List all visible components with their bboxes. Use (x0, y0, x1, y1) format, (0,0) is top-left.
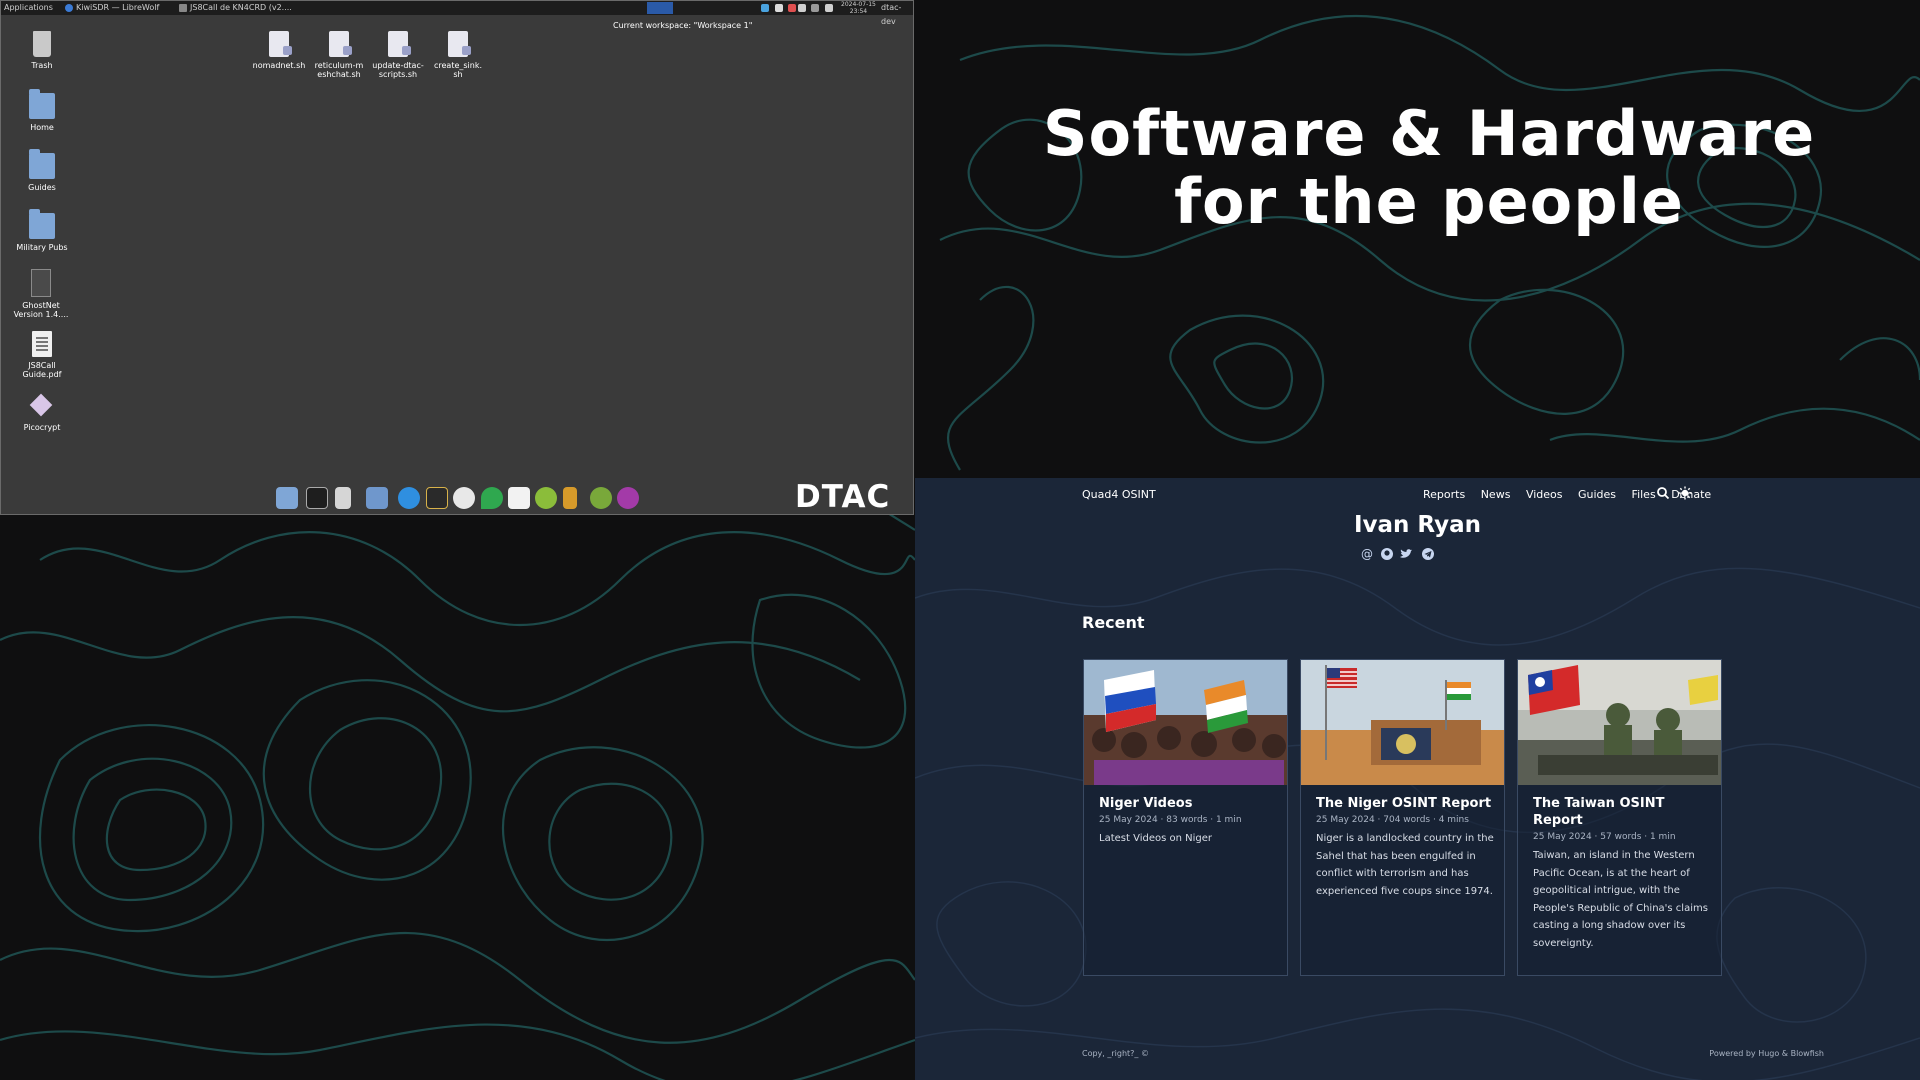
nav-files[interactable]: Files (1632, 488, 1656, 501)
taiwan-military-photo (1518, 660, 1721, 785)
antenna-icon[interactable] (563, 487, 577, 509)
volume-icon[interactable] (798, 4, 806, 12)
desktop-icon-military-pubs[interactable]: Military Pubs (7, 209, 77, 252)
audio-monitor-icon[interactable] (426, 487, 448, 509)
social-links: @ (1360, 547, 1470, 563)
hero-line-1: Software & Hardware (1042, 97, 1816, 170)
author-name: Ivan Ryan (1353, 512, 1482, 538)
site-logo[interactable]: Quad4 OSINT (1082, 488, 1156, 501)
network-icon[interactable] (761, 4, 769, 12)
card-title[interactable]: The Niger OSINT Report (1316, 795, 1496, 812)
clipboard-icon[interactable] (775, 4, 783, 12)
battery-icon[interactable] (811, 4, 819, 12)
librewolf-icon (65, 3, 73, 12)
taskbar-item-kiwisdr[interactable]: KiwiSDR — LibreWolf (65, 1, 159, 15)
desktop-icon-home[interactable]: Home (7, 89, 77, 132)
folder-home-icon (29, 89, 55, 119)
script-icon (448, 31, 471, 57)
microphone-icon[interactable] (788, 4, 796, 12)
nav-videos[interactable]: Videos (1526, 488, 1563, 501)
card-meta: 25 May 2024 · 57 words · 1 min (1533, 832, 1676, 842)
nav-reports[interactable]: Reports (1423, 488, 1465, 501)
card-meta: 25 May 2024 · 83 words · 1 min (1099, 815, 1242, 825)
terminal-icon[interactable] (306, 487, 328, 509)
desktop-icon-create-sink[interactable]: create_sink.sh (423, 31, 493, 79)
footer-copyright: Copy, _right?_ © (1082, 1049, 1149, 1058)
website-window: Quad4 OSINT Reports News Videos Guides F… (915, 478, 1920, 1080)
qgis-icon[interactable] (535, 487, 557, 509)
pdf-icon (32, 331, 52, 357)
niger-base-photo (1301, 660, 1504, 785)
card-title[interactable]: Niger Videos (1099, 795, 1279, 812)
window-icon (179, 3, 187, 12)
script-icon (388, 31, 411, 57)
card-description: Taiwan, an island in the Western Pacific… (1533, 850, 1708, 949)
trash-icon (33, 31, 51, 57)
script-icon (329, 31, 352, 57)
sdr-icon[interactable] (508, 487, 530, 509)
theme-toggle-icon[interactable] (1678, 486, 1692, 500)
footer-powered-by[interactable]: Powered by Hugo & Blowfish (1615, 1049, 1824, 1058)
folder-icon (29, 149, 55, 179)
home-folder-icon[interactable] (276, 487, 298, 509)
map-pin-icon[interactable] (481, 487, 503, 509)
twitter-icon[interactable] (1399, 547, 1413, 561)
taskbar-item-js8call[interactable]: JS8Call de KN4CRD (v2.... (179, 1, 292, 15)
text-editor-icon[interactable] (335, 487, 351, 509)
desktop-icon-js8call-guide[interactable]: JS8Call Guide.pdf (7, 331, 77, 379)
sync-icon[interactable] (617, 487, 639, 509)
niger-protest-photo (1084, 660, 1287, 785)
card-meta: 25 May 2024 · 704 words · 4 mins (1316, 815, 1469, 825)
workspace-switcher[interactable] (647, 2, 673, 14)
dtac-brand-logo: DTAC (795, 479, 891, 515)
hero-heading: Software & Hardware for the people (1004, 100, 1854, 236)
nav-news[interactable]: News (1481, 488, 1511, 501)
card-description: Niger is a landlocked country in the Sah… (1316, 833, 1494, 897)
file-manager-icon[interactable] (366, 487, 388, 509)
desktop-icon-picocrypt[interactable]: Picocrypt (7, 393, 77, 432)
telegram-icon[interactable] (1421, 547, 1435, 561)
nav-guides[interactable]: Guides (1578, 488, 1616, 501)
desktop-window: Applications KiwiSDR — LibreWolf JS8Call… (0, 0, 914, 515)
article-card-niger-videos[interactable]: Niger Videos 25 May 2024 · 83 words · 1 … (1083, 659, 1288, 976)
drive-icon (31, 269, 51, 297)
card-title[interactable]: The Taiwan OSINT Report (1533, 795, 1713, 829)
hero-line-2: for the people (1174, 165, 1684, 238)
clock[interactable]: 2024-07-15 23:54 (841, 1, 876, 15)
notification-bell-icon[interactable] (825, 4, 833, 12)
user-hostname[interactable]: dtac-dev (881, 1, 913, 29)
top-panel: Applications KiwiSDR — LibreWolf JS8Call… (1, 1, 913, 26)
js8-icon[interactable] (453, 487, 475, 509)
card-description: Latest Videos on Niger (1099, 833, 1212, 844)
browser-icon[interactable] (398, 487, 420, 509)
workspace-label: Current workspace: "Workspace 1" (613, 21, 753, 30)
folder-icon (29, 209, 55, 239)
article-card-niger-report[interactable]: The Niger OSINT Report 25 May 2024 · 704… (1300, 659, 1505, 976)
picocrypt-icon (31, 393, 53, 419)
search-icon[interactable] (1656, 486, 1670, 500)
ystick-icon[interactable] (590, 487, 612, 509)
desktop-icon-trash[interactable]: Trash (7, 31, 77, 70)
article-card-taiwan-report[interactable]: The Taiwan OSINT Report 25 May 2024 · 57… (1517, 659, 1722, 976)
email-icon[interactable]: @ (1360, 547, 1374, 561)
github-icon[interactable] (1380, 547, 1394, 561)
script-icon (269, 31, 292, 57)
desktop-icon-guides[interactable]: Guides (7, 149, 77, 192)
recent-heading: Recent (1082, 613, 1145, 632)
applications-menu[interactable]: Applications (4, 1, 53, 15)
desktop-icon-ghostnet[interactable]: GhostNet Version 1.4.... (7, 269, 75, 319)
